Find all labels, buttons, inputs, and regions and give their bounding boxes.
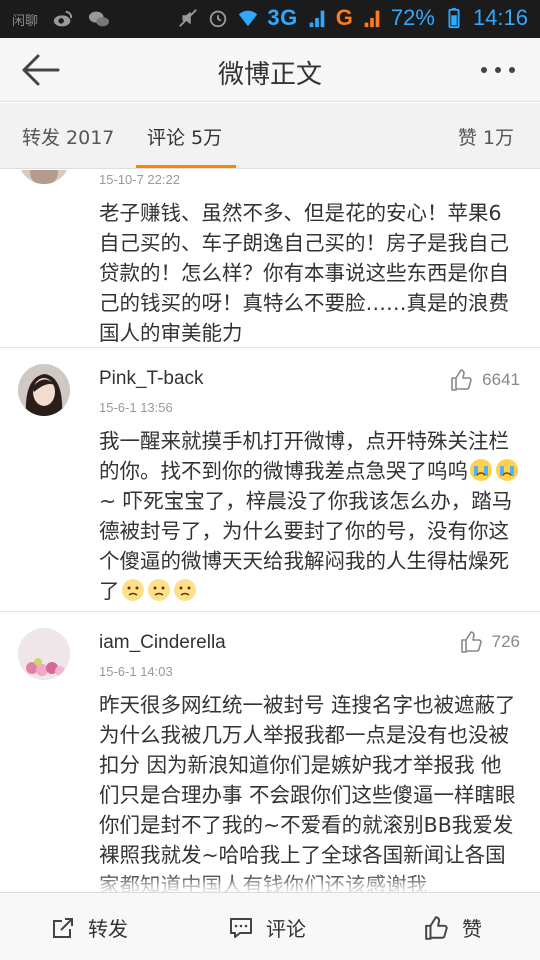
network-type-2: G [335,5,353,30]
top-nav-bar: 微博正文 [0,38,540,102]
comment-item: 15-10-7 22:22 老子赚钱、虽然不多、但是花的安心！苹果6自己买的、车… [0,170,540,348]
wifi-icon [239,10,258,27]
tab-comment[interactable]: 评论 5万 [147,123,222,150]
avatar[interactable] [18,170,70,184]
like-button[interactable]: 赞 [424,913,482,942]
comment-text: 老子赚钱、虽然不多、但是花的安心！苹果6自己买的、车子朗逸自己买的！房子是我自己… [99,201,509,345]
comment-time: 15-6-1 14:03 [99,664,173,679]
tab-bar: 转发 2017 评论 5万 赞 1万 [0,103,540,169]
repost-icon [53,917,73,938]
comment-button[interactable]: 评论 [228,913,306,942]
comment-item: Pink_T-back 15-6-1 13:56 6641 我一醒来就摸手机打开… [0,348,540,612]
comment-list[interactable]: 15-10-7 22:22 老子赚钱、虽然不多、但是花的安心！苹果6自己买的、车… [0,170,540,892]
more-dots-icon [481,67,515,73]
tab-repost[interactable]: 转发 2017 [22,123,114,150]
page-title: 微博正文 [217,60,322,90]
comment-time: 15-6-1 13:56 [99,400,173,415]
like-label: 赞 [462,917,482,941]
status-bar: 闲聊 3G G 72% 14:16 [0,0,540,38]
bottom-action-bar: 转发 评论 赞 [0,892,540,960]
status-app-label: 闲聊 [12,13,39,29]
status-bar-right: 3G G 72% 14:16 [177,5,528,31]
like-count: 6641 [482,370,520,389]
thumbs-up-icon [425,915,448,940]
comment-text: 昨天很多网红统一被封号 连搜名字也被遮蔽了 为什么我被几万人举报我都一点是没有也… [99,693,516,892]
commenter-name[interactable]: iam_Cinderella [99,632,226,654]
comment-like-button[interactable]: 726 [460,630,520,654]
clock: 14:16 [472,5,528,30]
wechat-icon [88,11,110,27]
comment-item: iam_Cinderella 15-6-1 14:03 726 昨天很多网红统一… [0,612,540,892]
crying-emoji-icon [496,459,518,481]
comment-label: 评论 [266,917,306,941]
signal-icon-2 [364,10,380,28]
thumbs-up-icon [460,631,482,653]
more-button[interactable] [478,62,518,78]
alarm-icon [210,10,227,28]
repost-label: 转发 [88,917,128,941]
crying-emoji-icon [470,459,492,481]
avatar[interactable] [18,364,70,416]
signal-icon [309,10,325,28]
comment-icon [230,917,252,938]
battery-percent: 72% [390,5,435,30]
comment-time: 15-10-7 22:22 [99,172,180,187]
active-tab-indicator [136,165,236,168]
weibo-icon [53,10,73,27]
sad-emoji-icon [121,579,144,601]
network-type: 3G [267,5,298,30]
comment-text: 我一醒来就摸手机打开微博，点开特殊关注栏的你。找不到你的微博我差点急哭了呜呜~ … [99,426,522,606]
sad-emoji-icon [147,579,170,601]
battery-icon [448,7,460,29]
comment-like-button[interactable]: 6641 [450,368,520,392]
comment-text-part-1: 我一醒来就摸手机打开微博，点开特殊关注栏的你。找不到你的微博我差点急哭了呜呜 [99,429,509,483]
tab-like[interactable]: 赞 1万 [458,123,514,150]
like-count: 726 [491,632,520,651]
commenter-name[interactable]: Pink_T-back [99,368,204,390]
status-bar-left: 闲聊 [12,8,110,30]
avatar[interactable] [18,628,70,680]
repost-button[interactable]: 转发 [50,913,128,942]
sad-emoji-icon [173,579,196,601]
mute-icon [179,9,198,27]
thumbs-up-icon [451,369,472,391]
